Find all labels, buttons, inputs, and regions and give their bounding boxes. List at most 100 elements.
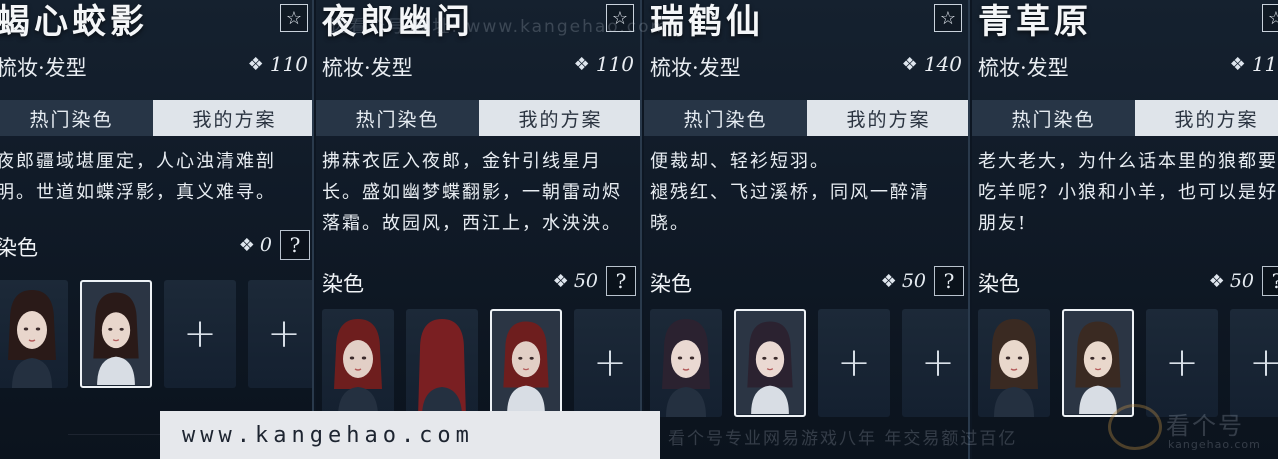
add-dye-slot-button[interactable]: + — [1146, 309, 1218, 417]
add-dye-slot-button[interactable]: + — [1230, 309, 1278, 417]
dye-scheme-slot[interactable] — [1062, 309, 1134, 417]
dye-cost-value: 50 — [901, 270, 926, 292]
dye-scheme-slot[interactable] — [0, 280, 68, 388]
item-card-4: 青草原☆梳妆·发型❖110热门染色我的方案老大老大，为什么话本里的狼都要 吃羊呢… — [972, 0, 1278, 459]
tab-my-schemes[interactable]: 我的方案 — [153, 100, 312, 136]
dye-scheme-slot[interactable] — [406, 309, 478, 417]
character-portrait-icon — [990, 319, 1038, 417]
dye-tabs: 热门染色 我的方案 — [972, 100, 1278, 136]
help-button[interactable]: ? — [934, 266, 964, 296]
character-portrait-icon — [418, 319, 466, 417]
tab-my-schemes[interactable]: 我的方案 — [807, 100, 968, 136]
diamond-icon: ❖ — [901, 53, 918, 75]
footer-banner: www.kangehao.com — [160, 411, 660, 459]
item-card-3: 瑞鹤仙 ☆ 梳妆·发型 ❖ 140 热门染色 我的方案 便裁却、轻衫短羽。 褪残红、飞过溪桥，… — [644, 0, 970, 459]
plus-icon: + — [183, 311, 217, 357]
dye-cost: ❖ 50 — [553, 270, 598, 292]
dye-tabs: 热门染色 我的方案 — [0, 100, 312, 136]
tab-hot-dyes[interactable]: 热门染色 — [316, 100, 479, 136]
help-button[interactable]: ? — [1262, 266, 1278, 296]
add-dye-slot-button[interactable]: + — [164, 280, 236, 388]
price-value: 110 — [269, 52, 308, 76]
character-portrait-icon — [492, 312, 560, 414]
favorite-button[interactable]: ☆ — [934, 4, 962, 32]
item-title: 青草原 — [978, 2, 1092, 42]
dye-cost: ❖ 50 — [1209, 270, 1254, 292]
tab-my-schemes[interactable]: 我的方案 — [479, 100, 640, 136]
watermark-logo-text: 看个号 — [1166, 412, 1244, 440]
plus-icon: + — [837, 340, 871, 386]
dye-cost-value: 50 — [573, 270, 598, 292]
diamond-icon: ❖ — [247, 53, 264, 75]
dye-section-label: 染色 — [650, 272, 692, 296]
diamond-icon: ❖ — [1208, 270, 1225, 292]
dye-cost: ❖ 0 — [239, 234, 272, 256]
watermark-logo-icon — [1108, 404, 1162, 450]
tab-hot-dyes[interactable]: 热门染色 — [0, 100, 153, 136]
add-dye-slot-button[interactable]: + — [818, 309, 890, 417]
item-category: 梳妆·发型 — [322, 56, 413, 80]
dye-scheme-slot[interactable] — [978, 309, 1050, 417]
item-price: ❖ 140 — [902, 52, 962, 76]
dye-cost-value: 50 — [1229, 270, 1254, 292]
favorite-button[interactable]: ☆ — [280, 4, 308, 32]
watermark-logo-sub: kangehao.com — [1168, 438, 1261, 451]
footer-url: www.kangehao.com — [182, 422, 474, 448]
price-value: 110 — [1251, 52, 1278, 76]
item-category: 梳妆·发型 — [0, 56, 87, 80]
watermark-top: 选看个号 网址: www.kangehao.com — [330, 17, 670, 37]
dye-scheme-slot[interactable] — [80, 280, 152, 388]
dye-section-label: 染色 — [978, 272, 1020, 296]
dye-cost: ❖ 50 — [881, 270, 926, 292]
item-description: 拂菻衣匠入夜郎，金针引线星月 长。盛如幽梦蝶翻影，一朝雷动烬 落霜。故园风，西江… — [322, 151, 622, 234]
add-dye-slot-button[interactable]: + — [574, 309, 640, 417]
price-value: 110 — [595, 52, 634, 76]
character-portrait-icon — [82, 283, 150, 385]
item-category: 梳妆·发型 — [978, 56, 1069, 80]
add-dye-slot-button[interactable]: + — [248, 280, 312, 388]
watermark-bottom: 看个号专业网易游戏八年 年交易额过百亿 — [668, 429, 1018, 449]
dye-scheme-slot[interactable] — [490, 309, 562, 417]
item-price: ❖110 — [1230, 52, 1278, 76]
plus-icon: + — [267, 311, 301, 357]
item-description: 便裁却、轻衫短羽。 褪残红、飞过溪桥，同风一醉清 晓。 — [650, 151, 930, 234]
dye-tabs: 热门染色 我的方案 — [644, 100, 968, 136]
tab-hot-dyes[interactable]: 热门染色 — [972, 100, 1135, 136]
dye-scheme-slot[interactable] — [650, 309, 722, 417]
plus-icon: + — [593, 340, 627, 386]
character-portrait-icon — [1064, 312, 1132, 414]
star-icon: ☆ — [1267, 7, 1278, 29]
item-price: ❖110 — [574, 52, 634, 76]
plus-icon: + — [1249, 340, 1278, 386]
footer-line — [68, 434, 160, 435]
help-button[interactable]: ? — [280, 230, 310, 260]
character-portrait-icon — [8, 290, 56, 388]
star-icon: ☆ — [285, 7, 303, 29]
dye-scheme-slot[interactable] — [322, 309, 394, 417]
dye-section-label: 染色 — [0, 236, 38, 260]
item-category: 梳妆·发型 — [650, 56, 741, 80]
dye-tabs: 热门染色 我的方案 — [316, 100, 640, 136]
diamond-icon: ❖ — [573, 53, 590, 75]
diamond-icon: ❖ — [880, 270, 897, 292]
item-description: 夜郎疆域堪厘定，人心浊清难剖 明。世道如蝶浮影，真义难寻。 — [0, 151, 276, 203]
tab-hot-dyes[interactable]: 热门染色 — [644, 100, 807, 136]
dye-section-label: 染色 — [322, 272, 364, 296]
favorite-button[interactable]: ☆ — [1262, 4, 1278, 32]
item-card-2: 夜郎幽问 ☆ 梳妆·发型 ❖ 110 热门染色 我的方案 拂菻衣匠入夜郎，金针引线星月 长。盛… — [316, 0, 642, 459]
item-card-1: 蝎心蛟影 ☆ 梳妆·发型 ❖ 110 热门染色 我的方案夜郎疆域堪厘定，人心浊清难剖 明。世… — [0, 0, 314, 459]
character-portrait-icon — [736, 312, 804, 414]
character-portrait-icon — [662, 319, 710, 417]
plus-icon: + — [921, 340, 955, 386]
item-price: ❖110 — [248, 52, 308, 76]
dye-scheme-slot[interactable] — [734, 309, 806, 417]
diamond-icon: ❖ — [1229, 53, 1246, 75]
item-description: 老大老大，为什么话本里的狼都要 吃羊呢？小狼和小羊，也可以是好 朋友! — [978, 151, 1278, 234]
star-icon: ☆ — [939, 7, 957, 29]
tab-my-schemes[interactable]: 我的方案 — [1135, 100, 1278, 136]
help-button[interactable]: ? — [606, 266, 636, 296]
item-title: 蝎心蛟影 — [0, 2, 148, 42]
add-dye-slot-button[interactable]: + — [902, 309, 968, 417]
price-value: 140 — [923, 52, 962, 76]
plus-icon: + — [1165, 340, 1199, 386]
